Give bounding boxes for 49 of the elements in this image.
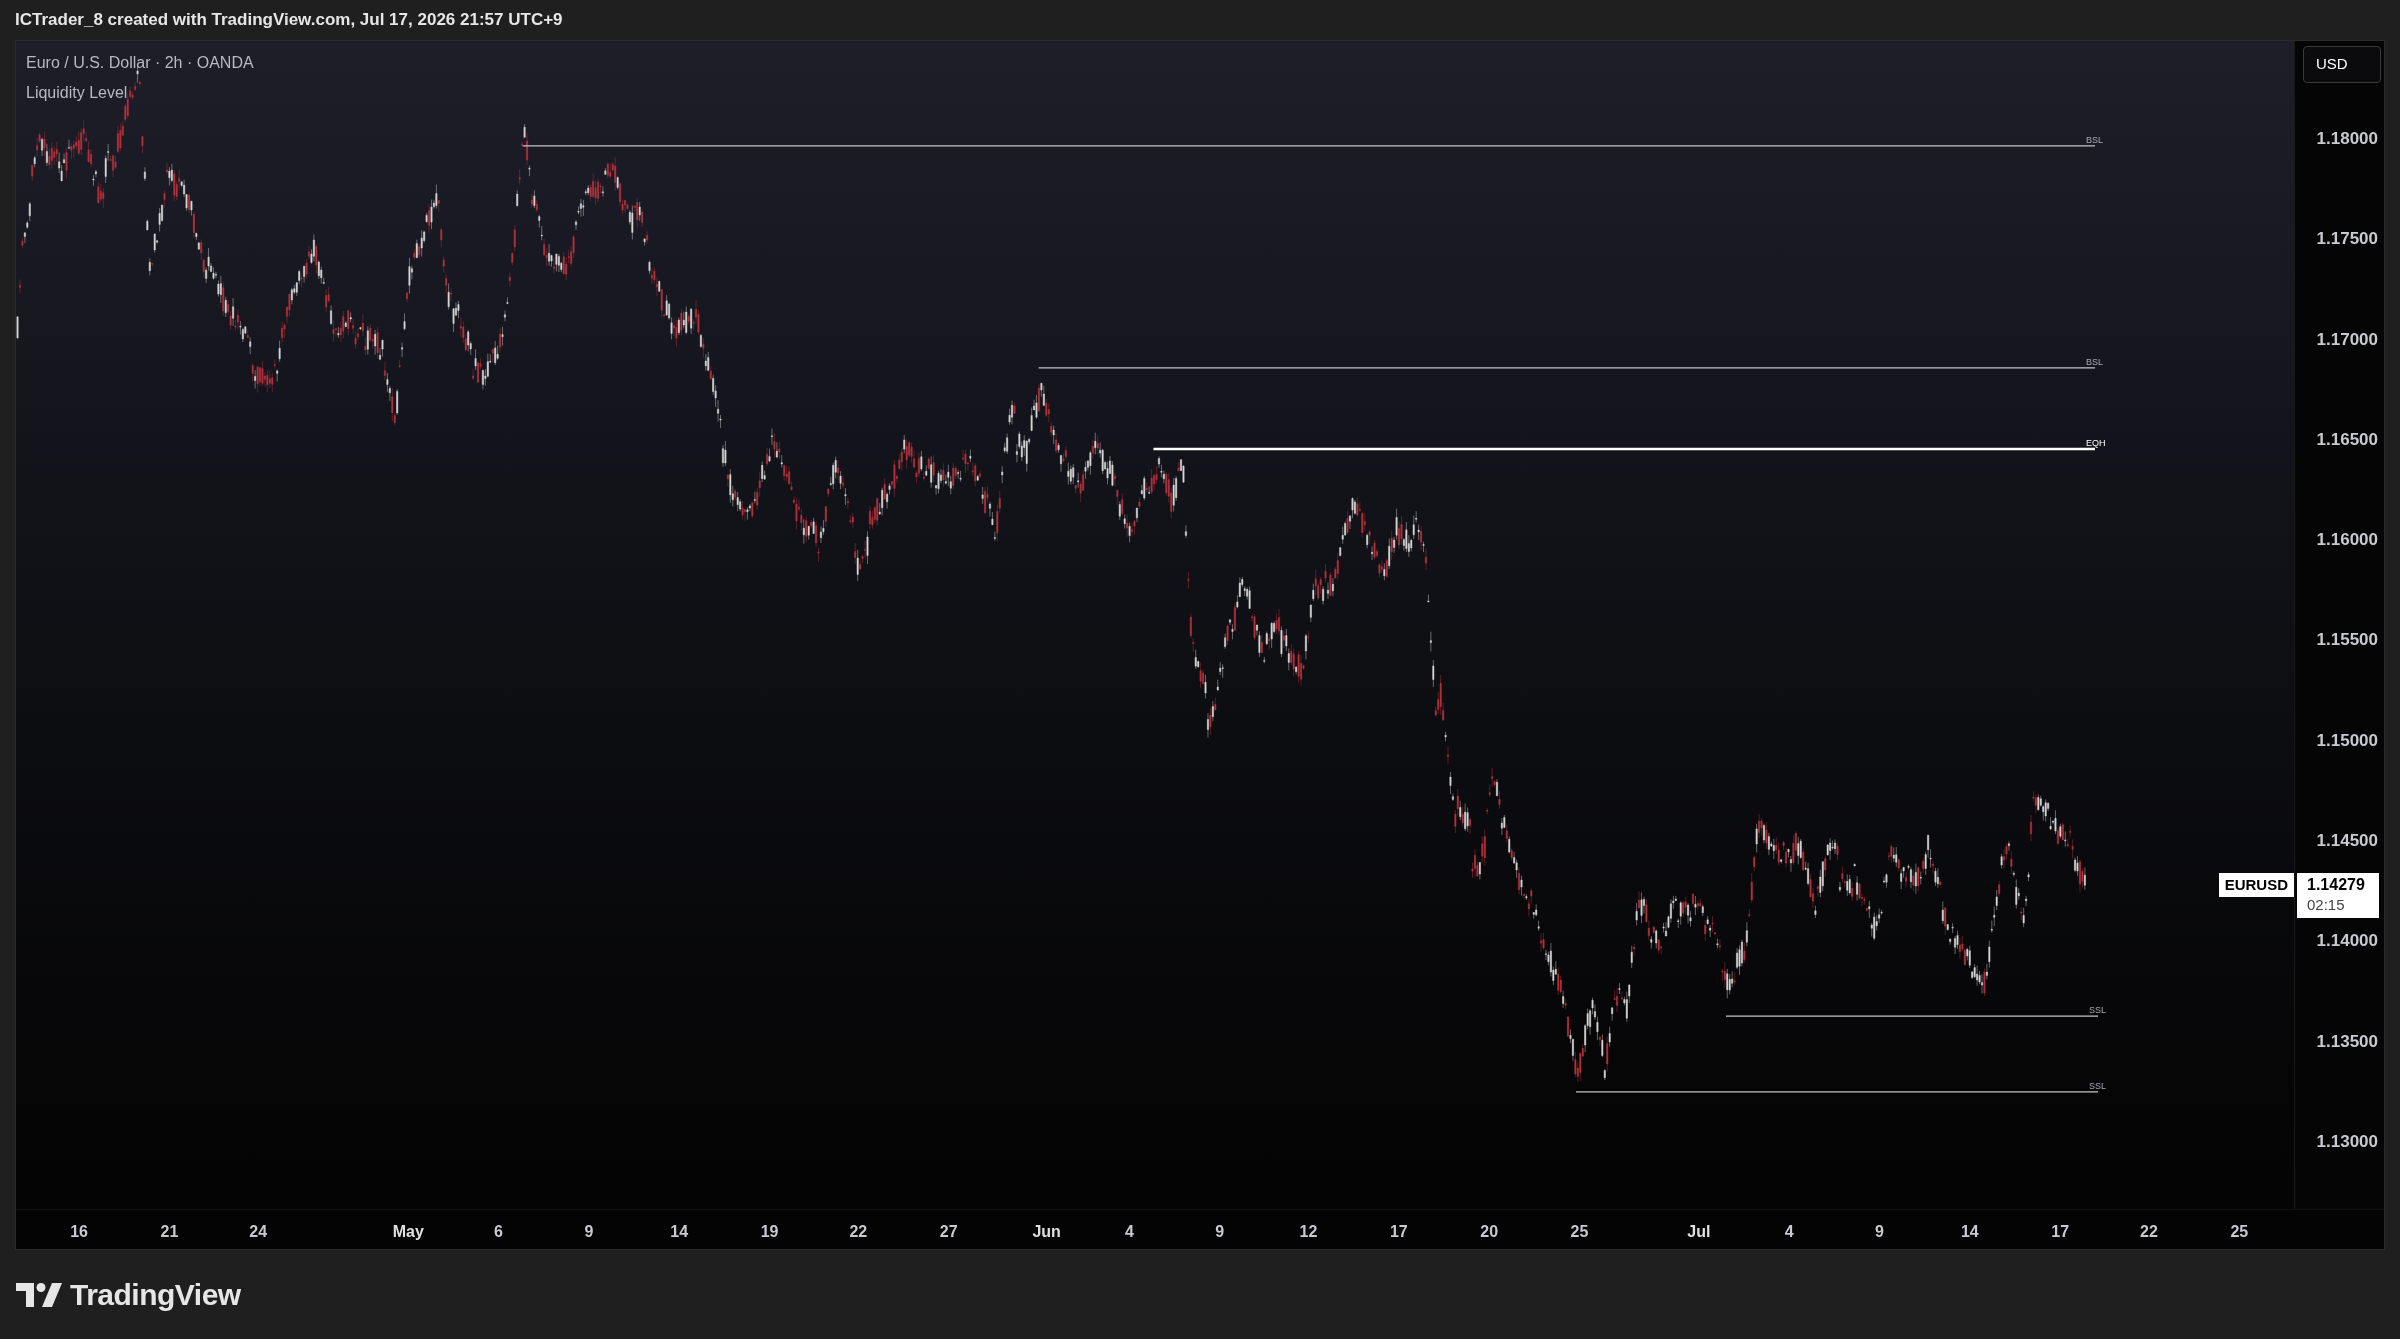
time-label: 9 bbox=[1215, 1222, 1225, 1243]
price-tick: 1.13500 bbox=[2316, 1031, 2378, 1052]
time-label: 27 bbox=[939, 1222, 958, 1243]
price-tick: 1.14500 bbox=[2316, 830, 2378, 851]
bar-countdown: 02:15 bbox=[2307, 895, 2345, 914]
time-label: 9 bbox=[1875, 1222, 1884, 1243]
price-tick: 1.16500 bbox=[2316, 429, 2378, 450]
time-label: May bbox=[392, 1222, 424, 1243]
time-label: 24 bbox=[249, 1222, 268, 1243]
time-label: 12 bbox=[1299, 1222, 1318, 1243]
time-label: 20 bbox=[1480, 1222, 1498, 1243]
time-label: 14 bbox=[670, 1222, 689, 1243]
level-label: SSL bbox=[2088, 1081, 2106, 1092]
level-label: BSL bbox=[2085, 356, 2103, 367]
time-label: 22 bbox=[849, 1222, 868, 1243]
time-label: 22 bbox=[2140, 1222, 2158, 1243]
time-label: 19 bbox=[760, 1222, 779, 1243]
time-label: Jul bbox=[1687, 1222, 1711, 1243]
logo-icon bbox=[16, 1282, 62, 1307]
price-tick: 1.16000 bbox=[2316, 530, 2378, 551]
time-label: 4 bbox=[1124, 1222, 1134, 1243]
price-tick: 1.17000 bbox=[2316, 329, 2378, 350]
time-label: 9 bbox=[584, 1222, 594, 1243]
level-label: SSL bbox=[2088, 1005, 2106, 1016]
price-tick: 1.14000 bbox=[2316, 931, 2378, 952]
price-tick: 1.17500 bbox=[2316, 229, 2378, 250]
time-label: 17 bbox=[2051, 1222, 2070, 1243]
currency-button[interactable]: USD bbox=[2303, 46, 2381, 83]
level-label: BSL bbox=[2085, 134, 2103, 145]
time-label: 14 bbox=[1960, 1222, 1979, 1243]
time-label: 4 bbox=[1784, 1222, 1794, 1243]
symbol-tag: EURUSD bbox=[2218, 873, 2294, 897]
brand-name: TradingView bbox=[70, 1277, 241, 1313]
time-label: 25 bbox=[2230, 1222, 2249, 1243]
price-tick: 1.15000 bbox=[2316, 730, 2378, 751]
indicator-name: Liquidity Level bbox=[26, 83, 129, 103]
time-label: 21 bbox=[160, 1222, 179, 1243]
chart-caption: ICTrader_8 created with TradingView.com, Jul 17, 2026 21:57 UTC+9 bbox=[15, 9, 563, 32]
last-price: 1.14279 bbox=[2307, 875, 2365, 895]
price-tick: 1.18000 bbox=[2316, 128, 2378, 149]
time-label: Jun bbox=[1032, 1222, 1061, 1243]
symbol-title: Euro / U.S. Dollar · 2h · OANDA bbox=[26, 53, 254, 73]
price-tick: 1.15500 bbox=[2316, 630, 2378, 651]
time-label: 16 bbox=[70, 1222, 88, 1243]
level-label: EQH bbox=[2085, 438, 2106, 448]
time-label: 17 bbox=[1389, 1222, 1408, 1243]
price-tick: 1.13000 bbox=[2316, 1131, 2378, 1152]
time-label: 25 bbox=[1570, 1222, 1589, 1243]
time-label: 6 bbox=[494, 1222, 503, 1243]
